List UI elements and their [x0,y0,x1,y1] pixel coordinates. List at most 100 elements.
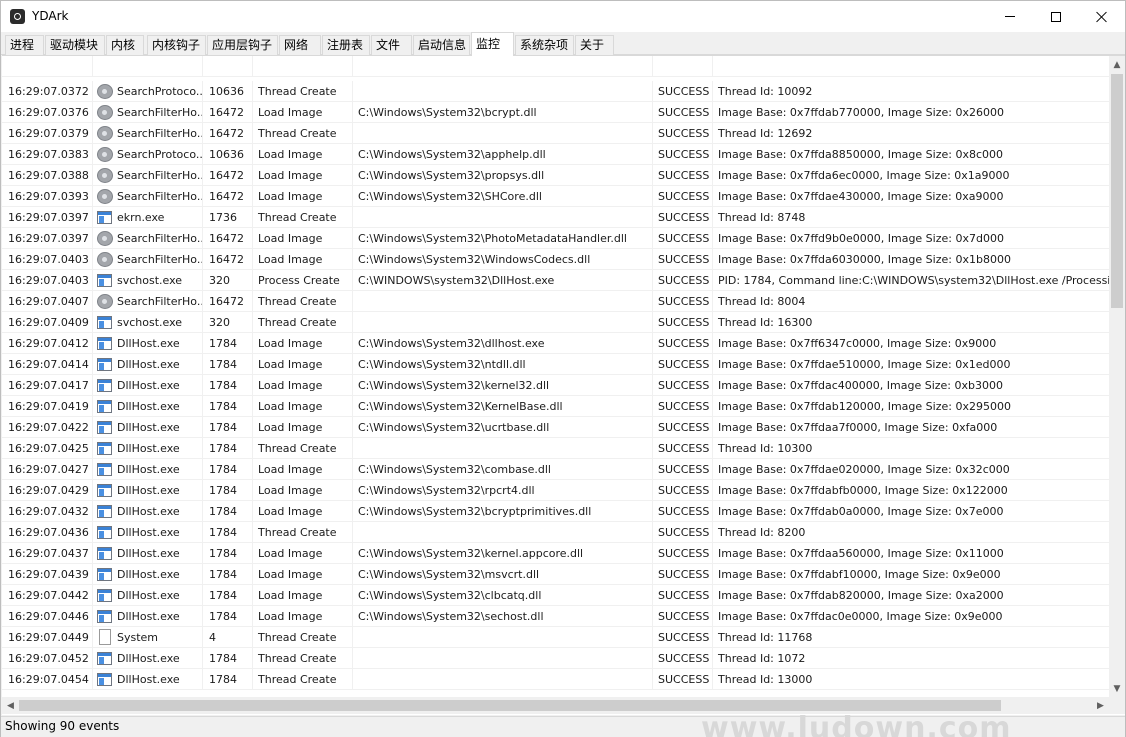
event-detail: Thread Id: 8748 [718,211,806,224]
event-process-name: SearchProtoco... [117,85,203,98]
event-row[interactable]: 16:29:07.0403 svchost.exe 320 Process Creat… [2,270,1109,291]
event-row[interactable]: 16:29:07.0397 ekrn.exe 1736 Thread Create SU… [2,207,1109,228]
tab-9[interactable]: 启动信息 [413,35,470,55]
event-row[interactable]: 16:29:07.0388 SearchFilterHo... 16472 Load … [2,165,1109,186]
event-result: SUCCESS [653,438,713,459]
event-pid: 1784 [203,522,253,543]
event-pid: 1784 [203,564,253,585]
vertical-scrollbar[interactable]: ▲ ▼ [1109,56,1125,697]
event-row[interactable]: 16:29:07.0417 DllHost.exe 1784 Load Image C:… [2,375,1109,396]
event-row[interactable]: 16:29:07.0425 DllHost.exe 1784 Thread Creat… [2,438,1109,459]
event-detail: Image Base: 0x7ffda6030000, Image Size: … [718,253,1011,266]
window-app-icon [97,568,112,581]
event-row[interactable]: 16:29:07.0436 DllHost.exe 1784 Thread Creat… [2,522,1109,543]
maximize-button[interactable] [1033,1,1079,32]
event-detail: Image Base: 0x7ffdaa7f0000, Image Size: … [718,421,998,434]
event-row[interactable]: 16:29:07.0376 SearchFilterHo... 16472 Load … [2,102,1109,123]
event-path: C:\Windows\System32\msvcrt.dll [353,564,653,585]
event-operation: Load Image [253,459,353,480]
event-row[interactable]: 16:29:07.0449 System 4 Thread Create SUCCESS… [2,627,1109,648]
tab-1[interactable]: 进程 [5,35,44,55]
event-path: C:\Windows\System32\KernelBase.dll [353,396,653,417]
event-row[interactable]: 16:29:07.0422 DllHost.exe 1784 Load Image C:… [2,417,1109,438]
event-result: SUCCESS [653,123,713,144]
event-path: C:\Windows\System32\ucrtbase.dll [353,417,653,438]
tab-6[interactable]: 网络 [279,35,321,55]
tab-11[interactable]: 系统杂项 [515,35,574,55]
event-operation: Load Image [253,186,353,207]
event-row[interactable]: 16:29:07.0372 SearchProtoco... 10636 Thread… [2,81,1109,102]
event-operation: Load Image [253,480,353,501]
gear-icon [97,84,113,99]
event-row[interactable]: 16:29:07.0442 DllHost.exe 1784 Load Image C:… [2,585,1109,606]
event-row[interactable]: 16:29:07.0419 DllHost.exe 1784 Load Image C:… [2,396,1109,417]
tab-5[interactable]: 应用层钩子 [207,35,278,55]
event-row[interactable]: 16:29:07.0412 DllHost.exe 1784 Load Image C:… [2,333,1109,354]
tab-2[interactable]: 驱动模块 [45,35,105,55]
event-path [353,123,653,144]
minimize-button[interactable] [987,1,1033,32]
close-button[interactable] [1079,1,1125,32]
event-row[interactable]: 16:29:07.0427 DllHost.exe 1784 Load Image C:… [2,459,1109,480]
event-row[interactable]: 16:29:07.0437 DllHost.exe 1784 Load Image C:… [2,543,1109,564]
event-row[interactable]: 16:29:07.0454 DllHost.exe 1784 Thread Creat… [2,669,1109,690]
gear-icon [97,252,113,267]
event-process: SearchFilterHo... [93,165,203,186]
event-process: svchost.exe [93,312,203,333]
event-row[interactable]: 16:29:07.0446 DllHost.exe 1784 Load Image C:… [2,606,1109,627]
event-row[interactable]: 16:29:07.0414 DllHost.exe 1784 Load Image C:… [2,354,1109,375]
event-pid: 1784 [203,438,253,459]
event-path: C:\Windows\System32\sechost.dll [353,606,653,627]
event-detail: Image Base: 0x7ffd9b0e0000, Image Size: … [718,232,1004,245]
event-row[interactable]: 16:29:07.0439 DllHost.exe 1784 Load Image C:… [2,564,1109,585]
scroll-up-arrow-icon[interactable]: ▲ [1109,56,1125,73]
window-app-icon [97,274,112,287]
event-row[interactable]: 16:29:07.0452 DllHost.exe 1784 Thread Creat… [2,648,1109,669]
event-time: 16:29:07.0427 [2,459,93,480]
horizontal-scroll-thumb[interactable] [19,700,1001,711]
event-operation: Thread Create [253,291,353,312]
event-row[interactable]: 16:29:07.0393 SearchFilterHo... 16472 Load … [2,186,1109,207]
scroll-right-arrow-icon[interactable]: ▶ [1092,697,1109,714]
event-path: C:\Windows\System32\bcrypt.dll [353,102,653,123]
tab-10[interactable]: 监控 [471,32,514,56]
tab-8[interactable]: 文件 [371,35,412,55]
event-result: SUCCESS [653,501,713,522]
event-row[interactable]: 16:29:07.0429 DllHost.exe 1784 Load Image C:… [2,480,1109,501]
event-process: DllHost.exe [93,669,203,690]
tab-7[interactable]: 注册表 [322,35,370,55]
event-row[interactable]: 16:29:07.0409 svchost.exe 320 Thread Create… [2,312,1109,333]
event-process-name: SearchFilterHo... [117,232,203,245]
event-row[interactable]: 16:29:07.0397 SearchFilterHo... 16472 Load … [2,228,1109,249]
event-operation: Load Image [253,585,353,606]
event-pid: 10636 [203,81,253,102]
event-list[interactable]: 16:29:07.0372 SearchProtoco... 10636 Thread… [2,56,1109,697]
event-row[interactable]: 16:29:07.0432 DllHost.exe 1784 Load Image C:… [2,501,1109,522]
vertical-scroll-thumb[interactable] [1111,74,1123,308]
event-row[interactable]: 16:29:07.0379 SearchFilterHo... 16472 Threa… [2,123,1109,144]
event-result: SUCCESS [653,543,713,564]
event-count-status: Showing 90 events [5,719,120,733]
event-row[interactable]: 16:29:07.0407 SearchFilterHo... 16472 Threa… [2,291,1109,312]
scroll-down-arrow-icon[interactable]: ▼ [1109,680,1125,697]
event-process: svchost.exe [93,270,203,291]
blank-header-row [2,56,1109,77]
event-process: DllHost.exe [93,543,203,564]
title-bar: YDArk [1,1,1125,32]
event-row[interactable]: 16:29:07.0383 SearchProtoco... 10636 Load I… [2,144,1109,165]
event-time: 16:29:07.0449 [2,627,93,648]
event-result: SUCCESS [653,585,713,606]
event-result: SUCCESS [653,459,713,480]
event-detail: Thread Id: 11768 [718,631,813,644]
scroll-left-arrow-icon[interactable]: ◀ [2,697,19,714]
event-time: 16:29:07.0376 [2,102,93,123]
event-pid: 1784 [203,543,253,564]
window-app-icon [97,484,112,497]
event-process-name: SearchFilterHo... [117,127,203,140]
tab-4[interactable]: 内核钩子 [147,35,206,55]
tab-12[interactable]: 关于 [575,35,614,55]
event-row[interactable]: 16:29:07.0403 SearchFilterHo... 16472 Load … [2,249,1109,270]
event-detail: Image Base: 0x7ffdab0a0000, Image Size: … [718,505,1004,518]
tab-3[interactable]: 内核 [106,35,144,55]
event-time: 16:29:07.0407 [2,291,93,312]
